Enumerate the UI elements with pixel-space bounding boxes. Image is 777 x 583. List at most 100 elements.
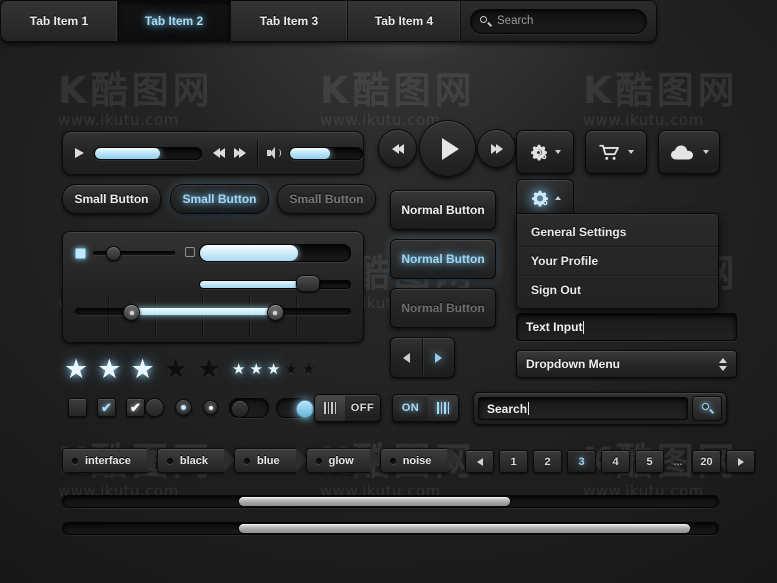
thin-slider-track[interactable]: [199, 280, 351, 289]
text-input[interactable]: Text Input: [516, 313, 737, 341]
player-progress-slider[interactable]: [94, 146, 202, 160]
gear-icon: [529, 143, 548, 162]
segment-prev-button[interactable]: [391, 338, 422, 377]
sliders-panel: [62, 231, 364, 343]
tab-item-1[interactable]: Tab Item 1: [1, 1, 118, 41]
switch-handle[interactable]: [428, 395, 458, 421]
mini-slider[interactable]: [75, 246, 195, 261]
menu-item-your-profile[interactable]: Your Profile: [517, 246, 718, 275]
right-arrow-icon: [435, 352, 442, 363]
radio-group: [145, 398, 218, 417]
menu-item-sign-out[interactable]: Sign Out: [517, 275, 718, 304]
menu-item-label: General Settings: [531, 225, 627, 239]
pagination-next-button[interactable]: [726, 450, 755, 473]
star-icon[interactable]: ★: [267, 362, 280, 377]
tab-item-2[interactable]: Tab Item 2: [118, 1, 231, 41]
switch-off[interactable]: OFF: [314, 394, 381, 422]
toggle-knob: [296, 400, 314, 418]
gear-menu-toggle-button[interactable]: [516, 179, 574, 216]
pagination-page-1[interactable]: 1: [499, 450, 528, 473]
pagination-prev-button[interactable]: [465, 450, 494, 473]
button-label: Normal Button: [401, 301, 485, 315]
toggle-knob: [231, 400, 249, 418]
pagination-page-last[interactable]: 20: [692, 450, 721, 473]
star-icon[interactable]: ★: [164, 356, 188, 383]
fast-forward-icon[interactable]: [233, 148, 246, 158]
tab-search-container: Search: [461, 1, 656, 41]
radio-empty[interactable]: [145, 398, 164, 417]
star-icon[interactable]: ★: [97, 356, 121, 383]
small-button-active[interactable]: Small Button: [170, 184, 269, 214]
star-icon[interactable]: ★: [249, 362, 262, 377]
tag-list: interface black blue glow noise: [62, 448, 459, 473]
grip-icon: [324, 402, 336, 414]
menu-item-general-settings[interactable]: General Settings: [517, 218, 718, 246]
gear-dropdown-menu: General Settings Your Profile Sign Out: [516, 213, 719, 309]
tag-item[interactable]: glow: [305, 448, 381, 473]
range-slider-handle-low[interactable]: [123, 304, 141, 321]
pagination-page-2[interactable]: 2: [533, 450, 562, 473]
horizontal-scrollbar-bottom[interactable]: [62, 522, 719, 535]
small-button-disabled[interactable]: Small Button: [277, 184, 376, 214]
tab-search-input[interactable]: Search: [470, 8, 647, 34]
transport-prev-button[interactable]: [378, 129, 417, 168]
speaker-icon[interactable]: [267, 147, 282, 159]
dropdown-select[interactable]: Dropdown Menu: [516, 350, 737, 378]
rewind-icon[interactable]: [212, 148, 225, 158]
transport-next-button[interactable]: [477, 129, 516, 168]
button-label: Small Button: [182, 192, 257, 206]
volume-slider[interactable]: [289, 146, 363, 160]
tab-item-4[interactable]: Tab Item 4: [348, 1, 461, 41]
thin-slider-handle[interactable]: [296, 275, 320, 292]
star-icon[interactable]: ★: [302, 362, 315, 377]
settings-dropdown-button[interactable]: [516, 130, 574, 174]
range-slider-handle-high[interactable]: [266, 304, 284, 321]
star-icon[interactable]: ★: [130, 356, 154, 383]
cloud-dropdown-button[interactable]: [658, 130, 720, 174]
scrollbar-thumb[interactable]: [239, 524, 690, 533]
normal-button-disabled[interactable]: Normal Button: [390, 288, 496, 328]
star-icon[interactable]: ★: [284, 362, 297, 377]
range-slider[interactable]: [75, 304, 351, 321]
toggle-switch-off[interactable]: [229, 398, 269, 418]
tag-hole: [166, 457, 173, 464]
switch-handle[interactable]: [315, 395, 345, 421]
tag-label: blue: [257, 454, 280, 467]
checkbox-checked-white[interactable]: ✔: [126, 398, 145, 417]
tag-item[interactable]: interface: [62, 448, 158, 473]
cart-dropdown-button[interactable]: [585, 130, 647, 174]
checkbox-checked-blue[interactable]: ✔: [97, 398, 116, 417]
horizontal-scrollbar-top[interactable]: [62, 495, 719, 508]
star-icon[interactable]: ★: [197, 356, 221, 383]
search-submit-button[interactable]: [692, 396, 722, 421]
transport-play-button[interactable]: [419, 120, 476, 177]
star-rating-small[interactable]: ★ ★ ★ ★ ★: [232, 362, 315, 377]
star-rating-large[interactable]: ★ ★ ★ ★ ★: [64, 356, 221, 383]
tag-item[interactable]: noise: [379, 448, 459, 473]
tag-item[interactable]: blue: [234, 448, 307, 473]
pagination-page-5[interactable]: 5: [635, 450, 664, 473]
star-icon[interactable]: ★: [64, 356, 88, 383]
star-icon[interactable]: ★: [232, 362, 245, 377]
mini-slider-handle[interactable]: [106, 246, 122, 261]
tag-item[interactable]: black: [156, 448, 235, 473]
progress-bar: [199, 244, 351, 262]
radio-selected-blue[interactable]: [175, 399, 192, 416]
pagination-page-3[interactable]: 3: [567, 450, 596, 473]
play-icon[interactable]: [75, 148, 84, 158]
scrollbar-thumb[interactable]: [239, 497, 510, 506]
small-button-default[interactable]: Small Button: [62, 184, 161, 214]
radio-selected-white[interactable]: [203, 400, 218, 415]
tab-item-3[interactable]: Tab Item 3: [231, 1, 348, 41]
pagination-page-4[interactable]: 4: [601, 450, 630, 473]
tag-hole: [315, 457, 322, 464]
cloud-icon: [670, 145, 696, 160]
normal-button-active[interactable]: Normal Button: [390, 239, 496, 279]
toggle-switch-on[interactable]: [276, 398, 316, 418]
search-box: Search: [473, 392, 727, 425]
segment-next-button[interactable]: [422, 338, 454, 377]
checkbox-unchecked[interactable]: [68, 398, 87, 417]
search-input[interactable]: Search: [478, 397, 688, 420]
normal-button-default[interactable]: Normal Button: [390, 190, 496, 230]
switch-on[interactable]: ON: [392, 394, 459, 422]
